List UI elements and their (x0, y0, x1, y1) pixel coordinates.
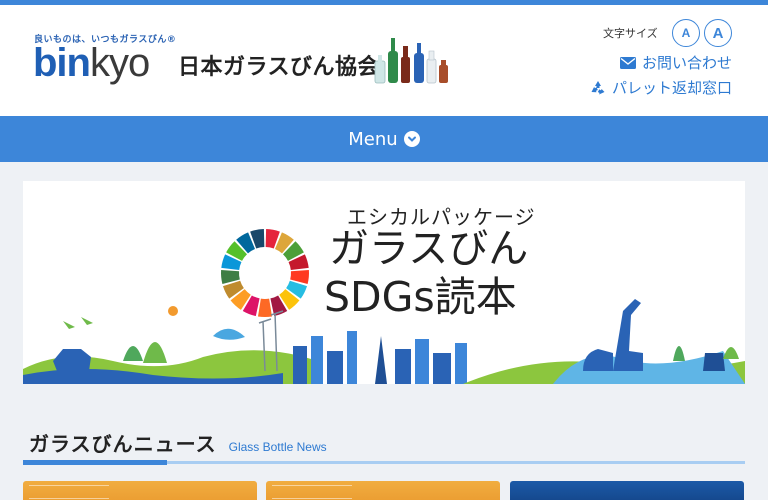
news-card[interactable] (510, 481, 744, 500)
sdgs-book-banner[interactable]: エシカルパッケージ ガラスびん SDGs読本 (23, 181, 745, 384)
news-card-thumbnail (272, 485, 352, 499)
glass-bottles-illustration (374, 38, 448, 84)
binkyo-logo[interactable]: binkyo (33, 41, 150, 85)
recycle-icon (591, 80, 605, 94)
logo-kyo-text: kyo (89, 41, 150, 85)
chevron-down-icon (403, 131, 420, 147)
news-section-subtitle: Glass Bottle News (228, 440, 327, 454)
site-header: 良いものは、いつもガラスびん® binkyo 日本ガラスびん協会 文字サイズ A… (0, 5, 768, 116)
news-card[interactable] (266, 481, 500, 500)
contact-link[interactable]: お問い合わせ (619, 52, 732, 73)
font-size-label: 文字サイズ (603, 27, 658, 40)
banner-title-line1: ガラスびん (329, 226, 529, 272)
font-size-small-button[interactable]: A (672, 19, 700, 47)
news-card[interactable] (23, 481, 257, 500)
org-name: 日本ガラスびん協会 (178, 55, 381, 80)
news-divider-accent (23, 460, 167, 465)
envelope-icon (619, 56, 636, 69)
pallet-return-label: パレット返却窓口 (611, 79, 732, 97)
news-section-header: ガラスびんニュース Glass Bottle News (29, 428, 327, 457)
logo-bin-text: bin (33, 41, 91, 85)
nature-city-scene-illustration (23, 299, 745, 384)
contact-label: お問い合わせ (641, 54, 732, 72)
font-size-large-button[interactable]: A (704, 19, 732, 47)
news-section-title: ガラスびんニュース (29, 432, 217, 456)
menu-toggle-bar[interactable]: Menu (0, 116, 768, 162)
pallet-return-link[interactable]: パレット返却窓口 (590, 77, 732, 98)
news-card-thumbnail (29, 485, 109, 499)
menu-label: Menu (348, 128, 398, 150)
